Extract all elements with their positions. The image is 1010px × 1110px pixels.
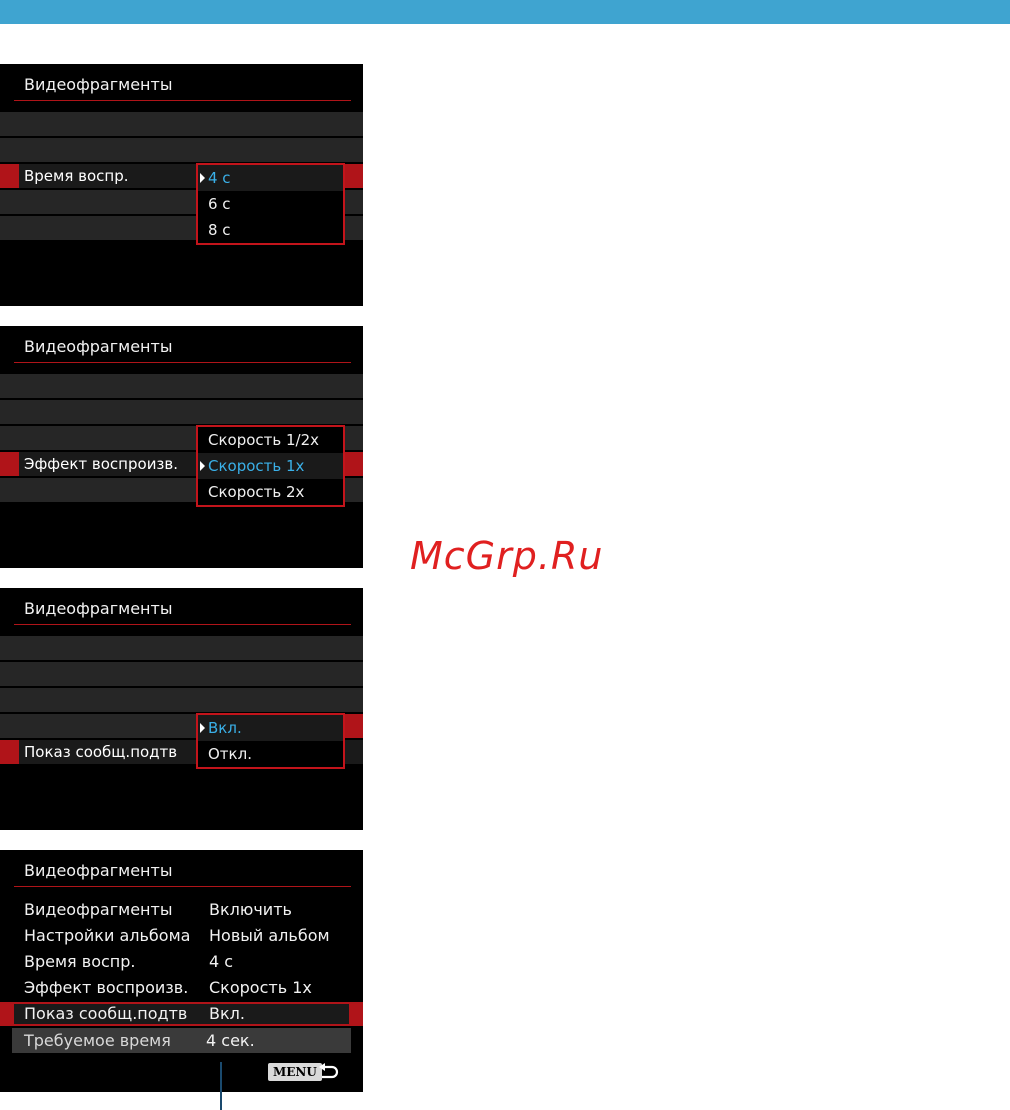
setting-label: Показ сообщ.подтв [24, 1004, 188, 1023]
menu-row-empty [0, 636, 363, 660]
selection-marker-left [0, 452, 19, 476]
menu-row-empty [0, 400, 363, 424]
options-popup: Вкл. Откл. [196, 713, 345, 769]
camera-screen-play-time: Видеофрагменты Время воспр. 4 с 6 с 8 с [0, 64, 363, 306]
setting-label: Время воспр. [24, 952, 136, 971]
title-divider [14, 362, 351, 363]
title-divider [14, 624, 351, 625]
info-label: Требуемое время [24, 1031, 171, 1050]
option-on[interactable]: Вкл. [198, 715, 343, 741]
camera-screen-summary: Видеофрагменты Видеофрагменты Включить Н… [0, 850, 363, 1092]
setting-value: Включить [209, 900, 292, 919]
setting-label: Эффект воспроизв. [24, 978, 189, 997]
camera-screen-confirm-message: Видеофрагменты Показ сообщ.подтв Вкл. От… [0, 588, 363, 830]
screen-title: Видеофрагменты [24, 599, 173, 618]
menu-button[interactable]: MENU [268, 1063, 322, 1081]
setting-value: Вкл. [209, 1004, 245, 1023]
setting-value: Скорость 1x [209, 978, 312, 997]
setting-value: 4 с [209, 952, 234, 971]
menu-row-empty [0, 374, 363, 398]
options-popup: Скорость 1/2x Скорость 1x Скорость 2x [196, 425, 345, 507]
screen-title: Видеофрагменты [24, 337, 173, 356]
setting-row-confirm-message[interactable]: Показ сообщ.подтв Вкл. [0, 1002, 363, 1026]
info-value: 4 сек. [206, 1031, 255, 1050]
callout-pointer-line [220, 1062, 222, 1110]
menu-row-empty [0, 688, 363, 712]
option-speed-half[interactable]: Скорость 1/2x [198, 427, 343, 453]
setting-row-album-settings[interactable]: Настройки альбома Новый альбом [0, 924, 363, 948]
watermark-text: McGrp.Ru [410, 534, 604, 578]
setting-value: Новый альбом [209, 926, 330, 945]
selection-marker-left [0, 740, 19, 764]
option-6s[interactable]: 6 с [198, 191, 343, 217]
setting-row-playback-effect[interactable]: Эффект воспроизв. Скорость 1x [0, 976, 363, 1000]
option-8s[interactable]: 8 с [198, 217, 343, 243]
selection-marker-right [344, 164, 363, 188]
option-off[interactable]: Откл. [198, 741, 343, 767]
setting-row-video-snapshots[interactable]: Видеофрагменты Включить [0, 898, 363, 922]
menu-row-label: Эффект воспроизв. [24, 455, 179, 473]
screen-title: Видеофрагменты [24, 861, 173, 880]
screen-title: Видеофрагменты [24, 75, 173, 94]
camera-screen-playback-effect: Видеофрагменты Эффект воспроизв. Скорост… [0, 326, 363, 568]
title-divider [14, 886, 351, 887]
return-arrow-icon[interactable] [317, 1062, 339, 1082]
top-accent-bar [0, 0, 1010, 24]
info-row-required-time: Требуемое время 4 сек. [0, 1029, 363, 1053]
option-speed-1x[interactable]: Скорость 1x [198, 453, 343, 479]
menu-row-empty [0, 662, 363, 686]
setting-label: Видеофрагменты [24, 900, 173, 919]
selection-marker-right [344, 714, 363, 738]
menu-row-empty [0, 138, 363, 162]
setting-row-play-time[interactable]: Время воспр. 4 с [0, 950, 363, 974]
selection-marker-right [344, 452, 363, 476]
setting-label: Настройки альбома [24, 926, 191, 945]
menu-row-empty [0, 112, 363, 136]
menu-row-label: Показ сообщ.подтв [24, 743, 178, 761]
menu-row-label: Время воспр. [24, 167, 129, 185]
title-divider [14, 100, 351, 101]
selection-marker-left [0, 164, 19, 188]
options-popup: 4 с 6 с 8 с [196, 163, 345, 245]
option-speed-2x[interactable]: Скорость 2x [198, 479, 343, 505]
option-4s[interactable]: 4 с [198, 165, 343, 191]
